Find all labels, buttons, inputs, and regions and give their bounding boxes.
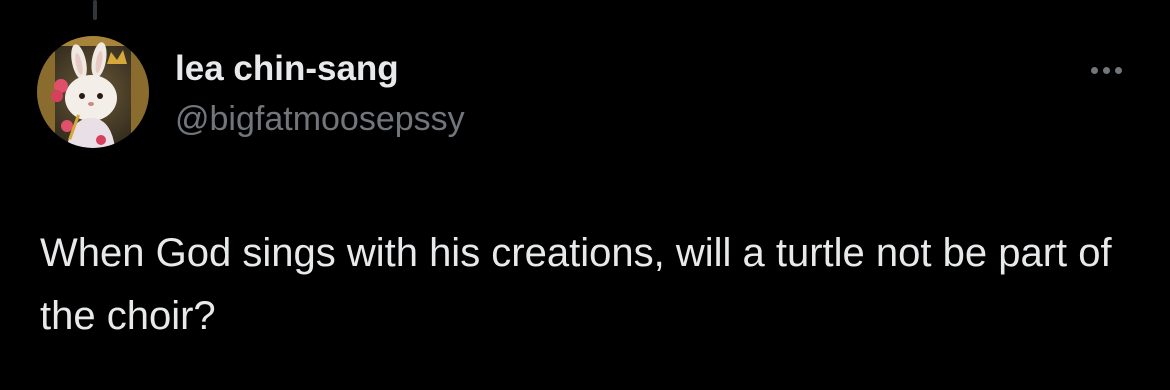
more-dot — [1114, 66, 1122, 74]
author-display-name[interactable]: lea chin-sang — [175, 49, 399, 89]
author-handle[interactable]: @bigfatmoosepssy — [175, 99, 465, 139]
thread-connector-line — [93, 0, 97, 20]
more-dot — [1102, 66, 1110, 74]
tweet-text: When God sings with his creations, will … — [40, 231, 1112, 338]
more-dot — [1090, 66, 1098, 74]
more-options-icon[interactable] — [1082, 58, 1130, 82]
plush-bunny-avatar-icon — [37, 36, 149, 148]
avatar[interactable] — [37, 36, 149, 148]
